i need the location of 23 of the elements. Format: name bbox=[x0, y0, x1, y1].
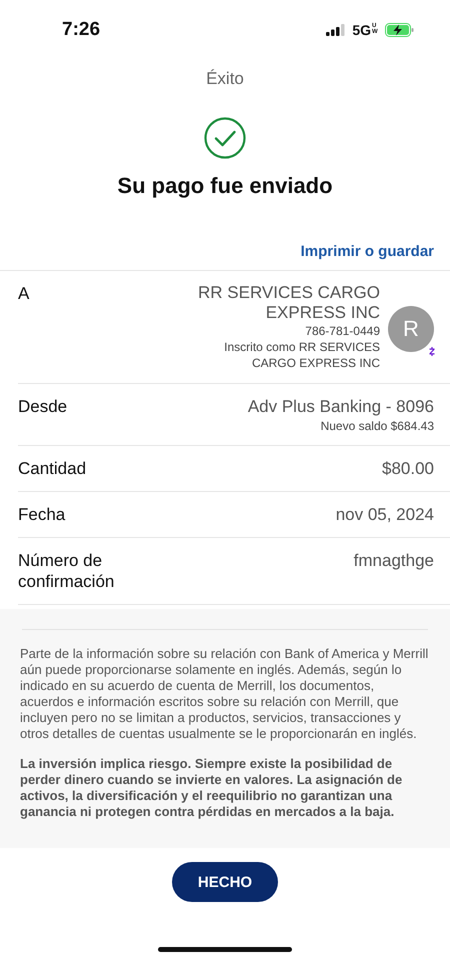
detail-label: Desde bbox=[18, 396, 68, 418]
detail-label: Cantidad bbox=[18, 458, 88, 479]
detail-label: Número de confirmación bbox=[18, 550, 116, 592]
checkmark-icon bbox=[204, 117, 246, 159]
detail-value: nov 05, 2024 bbox=[336, 504, 434, 525]
detail-value: Adv Plus Banking - 8096 bbox=[248, 396, 434, 417]
disclosure-text: La inversión implica riesgo. Siempre existe la posibilidad de perder dinero cuando se invierte en valores. La asignación de activos, la diversificación y el reequilibrio no garantizan una ganancia ni protegen contra pérdidas en mercados a la baja. bbox=[20, 756, 404, 820]
detail-label: Fecha bbox=[18, 504, 66, 525]
detail-value: fmnagthge bbox=[354, 550, 434, 572]
success-heading: Su pago fue enviado bbox=[116, 173, 334, 199]
balance-note: Nuevo saldo $684.43 bbox=[320, 419, 434, 433]
disclosure-text: Parte de la información sobre su relación con Bank of America y Merrill aún puede proporcionarse solamente en inglés. Además, según lo indicado en su acuerdo de cuenta de Merrill, los documentos, acuerdos e información escritos sobre su relación con Merrill, que incluyen pero no se limitan a productos, servicios, transacciones y otros detalles de cuentas usualmente se le proporcionarán en inglés. bbox=[20, 646, 430, 742]
signal-icon bbox=[326, 24, 346, 36]
screen-title: Éxito bbox=[205, 69, 245, 89]
detail-value: $80.00 bbox=[382, 458, 434, 479]
recipient-name: RR SERVICES CARGO EXPRESS INC bbox=[196, 283, 380, 323]
enrolled-name: Inscrito como RR SERVICES CARGO EXPRESS INC bbox=[223, 339, 380, 371]
print-link[interactable]: Imprimir o guardar bbox=[300, 243, 434, 260]
battery-icon bbox=[385, 23, 414, 37]
detail-label: A bbox=[18, 283, 30, 305]
done-button[interactable]: HECHO bbox=[172, 862, 278, 902]
recipient-phone: 786-781-0449 bbox=[304, 323, 380, 339]
status-time: 7:26 bbox=[62, 19, 100, 41]
